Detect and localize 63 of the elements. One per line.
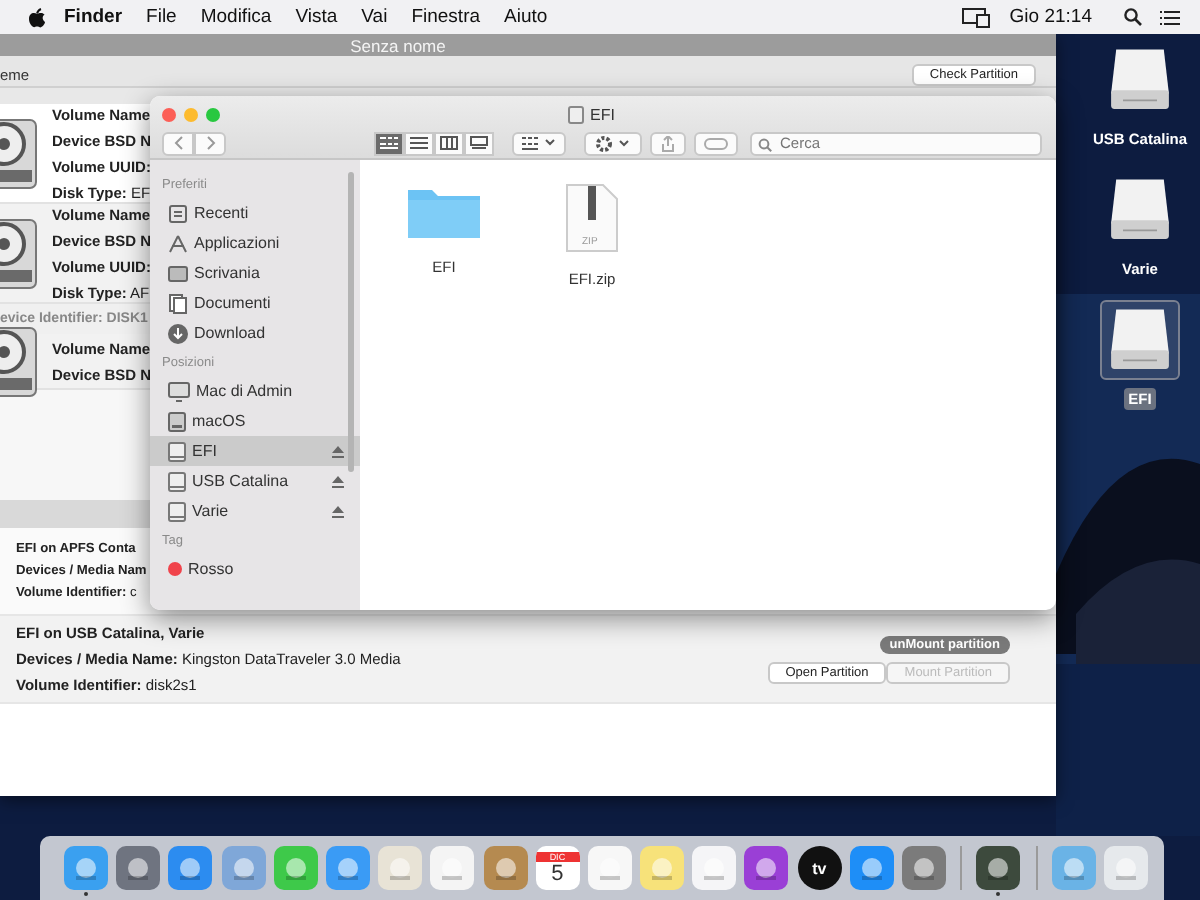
action-button[interactable]: [584, 131, 642, 156]
drive-icon: [568, 105, 584, 124]
scrollbar[interactable]: [348, 172, 354, 472]
tv-icon[interactable]: tv: [797, 846, 842, 890]
search-icon: [758, 137, 772, 152]
menu-app-name[interactable]: Finder: [64, 6, 123, 28]
menu-item[interactable]: Aiuto: [504, 6, 548, 28]
view-mode-button[interactable]: [374, 131, 404, 156]
chevron-right-icon: [205, 136, 215, 151]
tag-icon: [704, 137, 728, 150]
chevron-left-icon: [173, 136, 183, 151]
sidebar-item[interactable]: Mac di Admin: [150, 376, 360, 406]
monitor-icon: [168, 381, 190, 401]
sidebar-item[interactable]: Rosso: [150, 554, 360, 584]
desktop-icon: [168, 263, 188, 283]
tag-button[interactable]: [694, 131, 738, 156]
sidebar-item[interactable]: Varie: [150, 496, 360, 526]
window-title: Senza nome: [350, 35, 446, 55]
column-view-icon: [440, 136, 458, 151]
sidebar-item[interactable]: USB Catalina: [150, 466, 360, 496]
view-mode-button[interactable]: [404, 131, 434, 156]
menu-item[interactable]: Finestra: [411, 6, 481, 28]
window-title: EFI: [590, 105, 615, 124]
menu-item[interactable]: Vai: [361, 6, 388, 28]
download-icon: [168, 323, 188, 343]
eject-icon[interactable]: [332, 505, 344, 517]
group-button[interactable]: [512, 131, 566, 156]
drive-icon: [168, 441, 186, 461]
zoom-button[interactable]: [206, 107, 220, 122]
view-mode-button[interactable]: [434, 131, 464, 156]
list-icon[interactable]: [1160, 9, 1180, 25]
eject-icon[interactable]: [332, 445, 344, 457]
grid-dropdown-icon: [522, 136, 556, 151]
menu-item[interactable]: Vista: [295, 6, 338, 28]
back-button[interactable]: [162, 131, 194, 156]
sidebar-item[interactable]: Applicazioni: [150, 228, 360, 258]
apps-icon: [168, 233, 188, 253]
sidebar-item[interactable]: Recenti: [150, 198, 360, 228]
sidebar-item[interactable]: macOS: [150, 406, 360, 436]
sidebar-item[interactable]: Scrivania: [150, 258, 360, 288]
close-button[interactable]: [162, 107, 176, 122]
eject-icon[interactable]: [332, 475, 344, 487]
search-icon[interactable]: [1124, 8, 1142, 26]
display-icon[interactable]: [961, 7, 990, 27]
icon-view-icon: [380, 136, 398, 151]
gallery-view-icon: [470, 136, 488, 151]
list-view-icon: [410, 136, 428, 151]
menu-item[interactable]: File: [146, 6, 177, 28]
menu-clock[interactable]: Gio 21:14: [1009, 6, 1092, 28]
tv-label: tv: [812, 859, 827, 877]
drive-icon: [168, 471, 186, 491]
calendar-day: 5: [551, 863, 564, 885]
share-button[interactable]: [650, 131, 686, 156]
forward-button[interactable]: [194, 131, 226, 156]
sidebar-item[interactable]: EFI: [150, 436, 360, 466]
document-icon: [168, 293, 188, 313]
share-icon: [662, 135, 674, 152]
drive-icon: [168, 501, 186, 521]
drive-icon[interactable]: [1100, 300, 1180, 380]
gear-dropdown-icon: [596, 135, 630, 152]
apple-logo-icon[interactable]: [28, 7, 46, 27]
menu-item[interactable]: Modifica: [200, 6, 272, 28]
view-mode-button[interactable]: [464, 131, 494, 156]
